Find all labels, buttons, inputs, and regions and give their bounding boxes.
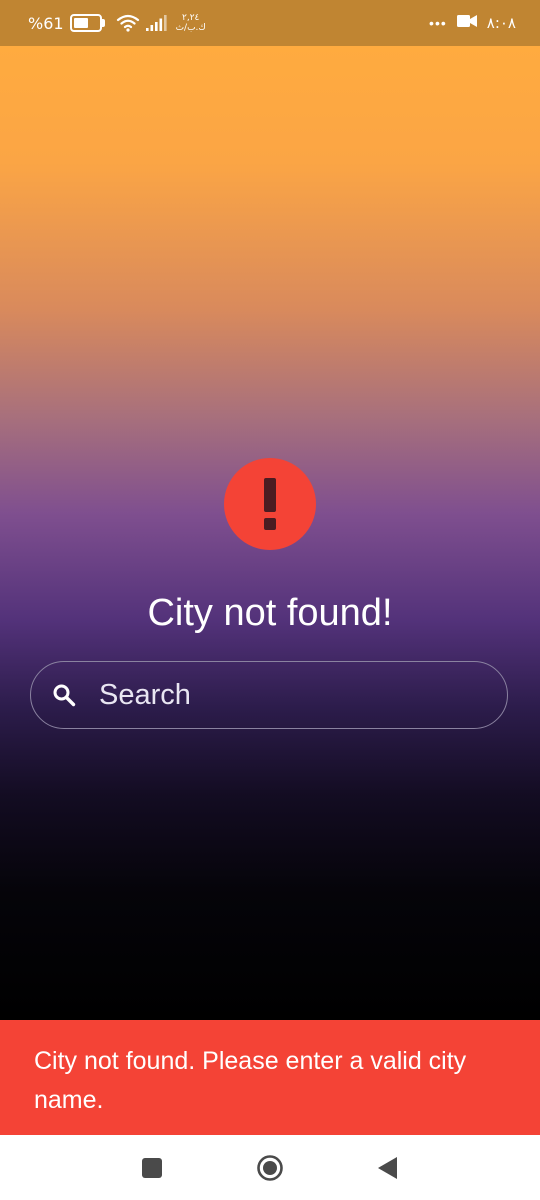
search-input[interactable]: [97, 677, 481, 713]
recents-square-icon[interactable]: [122, 1135, 182, 1200]
status-bar-right: ••• ٨:٠٨: [429, 0, 516, 46]
more-dots-icon: •••: [429, 15, 447, 31]
battery-icon: [69, 14, 105, 32]
search-icon[interactable]: [51, 682, 77, 708]
status-date-line1: ٢,٢٤: [182, 13, 200, 23]
exclamation-icon: [224, 458, 316, 550]
wifi-icon: [116, 14, 140, 32]
error-title: City not found!: [147, 592, 393, 634]
back-triangle-icon[interactable]: [358, 1135, 418, 1200]
search-field[interactable]: [30, 661, 508, 729]
weather-main-screen: City not found!: [0, 46, 540, 1020]
battery-percent: %61: [28, 13, 64, 33]
status-date: ٢,٢٤ ك.ب/ث: [176, 13, 206, 33]
video-camera-icon: [456, 14, 477, 32]
signal-icon: [145, 15, 168, 31]
status-time: ٨:٠٨: [486, 14, 516, 32]
status-bar: %61 ٢,٢٤ ك.ب/ث ••• ٨:٠٨: [0, 0, 540, 46]
home-circle-icon[interactable]: [240, 1135, 300, 1200]
navigation-bar: [0, 1135, 540, 1200]
status-bar-left: %61 ٢,٢٤ ك.ب/ث: [28, 0, 206, 46]
snackbar-message: City not found. Please enter a valid cit…: [34, 1047, 467, 1114]
error-snackbar: City not found. Please enter a valid cit…: [0, 1020, 540, 1135]
status-date-line2: ك.ب/ث: [175, 23, 206, 33]
